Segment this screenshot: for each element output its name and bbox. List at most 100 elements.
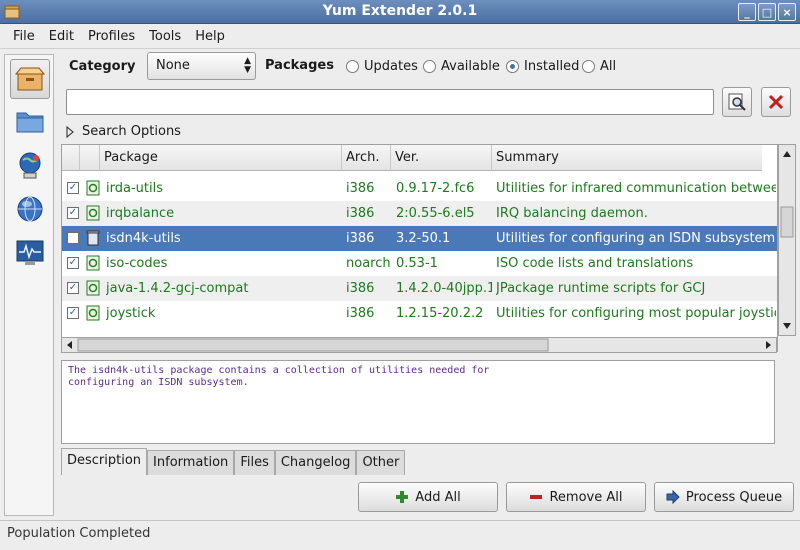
installed-package-icon: [86, 255, 100, 271]
package-arch: i386: [346, 306, 375, 321]
radio-circle: [423, 60, 436, 73]
package-name: joystick: [106, 306, 156, 321]
header-arch[interactable]: Arch.: [342, 145, 391, 171]
package-version: 1.2.15-20.2.2: [396, 306, 484, 321]
tab-information[interactable]: Information: [147, 450, 235, 475]
radio-available[interactable]: Available: [423, 59, 500, 74]
scroll-arrows-icon: [67, 338, 771, 352]
detail-tabs: Description Information Files Changelog …: [61, 448, 406, 475]
table-row[interactable]: ✓ iso-codes noarch 0.53-1 ISO code lists…: [62, 251, 777, 276]
package-summary: IRQ balancing daemon.: [496, 206, 648, 221]
package-version: 2:0.55-6.el5: [396, 206, 475, 221]
search-options-expander[interactable]: Search Options: [66, 124, 181, 139]
category-select[interactable]: None ▲ ▼: [147, 52, 256, 80]
package-name: irda-utils: [106, 181, 163, 196]
package-version: 3.2-50.1: [396, 231, 451, 246]
close-icon: [768, 94, 784, 110]
package-arch: i386: [346, 281, 375, 296]
install-checkbox[interactable]: ✓: [67, 282, 79, 294]
table-header: Package Arch. Ver. Summary: [62, 145, 762, 171]
table-row[interactable]: ✓ irda-utils i386 0.9.17-2.fc6 Utilities…: [62, 176, 777, 201]
package-version: 0.53-1: [396, 256, 438, 271]
install-checkbox[interactable]: ✓: [67, 207, 79, 219]
network-repo-icon[interactable]: [10, 145, 50, 185]
search-input[interactable]: [66, 89, 714, 115]
package-summary: Utilities for configuring most popular j…: [496, 306, 776, 321]
minus-icon: [530, 495, 543, 499]
radio-installed-label: Installed: [524, 59, 580, 74]
menu-edit[interactable]: Edit: [42, 25, 81, 48]
table-row[interactable]: ✓ irqbalance i386 2:0.55-6.el5 IRQ balan…: [62, 201, 777, 226]
package-name: java-1.4.2-gcj-compat: [106, 281, 249, 296]
package-name: iso-codes: [106, 256, 168, 271]
package-arch: noarch: [346, 256, 390, 271]
category-select-value: None: [156, 58, 190, 73]
package-arch: i386: [346, 181, 375, 196]
table-horizontal-scrollbar[interactable]: [61, 337, 777, 353]
radio-all-label: All: [600, 59, 617, 74]
install-checkbox[interactable]: ✓: [67, 257, 79, 269]
tab-files[interactable]: Files: [234, 450, 275, 475]
installed-package-icon: [86, 280, 100, 296]
table-row[interactable]: ✓ java-1.4.2-gcj-compat i386 1.4.2.0-40j…: [62, 276, 777, 301]
arrow-right-icon: [666, 490, 680, 504]
search-button[interactable]: [722, 87, 752, 117]
menu-help[interactable]: Help: [188, 25, 232, 48]
install-checkbox[interactable]: ✓: [67, 182, 79, 194]
scroll-arrows-icon: [780, 151, 794, 329]
updown-arrows-icon: ▲ ▼: [244, 56, 251, 75]
menu-file[interactable]: File: [6, 25, 42, 48]
package-version: 0.9.17-2.fc6: [396, 181, 475, 196]
radio-all[interactable]: All: [582, 59, 616, 74]
globe-icon[interactable]: [10, 189, 50, 229]
folder-icon[interactable]: [10, 101, 50, 141]
chevron-right-icon: [66, 125, 74, 138]
close-window-button[interactable]: ×: [778, 3, 796, 21]
clear-search-button[interactable]: [761, 87, 791, 117]
table-vertical-scrollbar[interactable]: [778, 144, 796, 336]
status-text: Population Completed: [7, 526, 151, 541]
radio-circle-selected: [506, 60, 519, 73]
package-table: Package Arch. Ver. Summary ✓ irda-utils …: [61, 144, 778, 352]
package-box-icon[interactable]: [10, 59, 50, 99]
category-label: Category: [69, 59, 136, 74]
tab-description[interactable]: Description: [61, 448, 148, 475]
minimize-button[interactable]: _: [738, 3, 756, 21]
tab-other[interactable]: Other: [356, 450, 406, 475]
menu-tools[interactable]: Tools: [142, 25, 188, 48]
menu-profiles[interactable]: Profiles: [81, 25, 142, 48]
remove-all-button[interactable]: Remove All: [506, 482, 646, 512]
header-summary[interactable]: Summary: [492, 145, 777, 171]
packages-label: Packages: [265, 58, 334, 73]
package-name: irqbalance: [106, 206, 175, 221]
install-checkbox[interactable]: [67, 232, 79, 244]
header-check-col[interactable]: [62, 145, 80, 171]
radio-updates[interactable]: Updates: [346, 59, 418, 74]
table-row[interactable]: ✓ joystick i386 1.2.15-20.2.2 Utilities …: [62, 301, 777, 326]
header-package[interactable]: Package: [100, 145, 342, 171]
add-all-button[interactable]: Add All: [358, 482, 498, 512]
radio-installed[interactable]: Installed: [506, 59, 579, 74]
monitor-activity-icon[interactable]: [10, 233, 50, 273]
radio-circle: [582, 60, 595, 73]
install-checkbox[interactable]: ✓: [67, 307, 79, 319]
maximize-button[interactable]: □: [758, 3, 776, 21]
search-options-label: Search Options: [82, 124, 181, 139]
header-ver[interactable]: Ver.: [391, 145, 492, 171]
radio-circle: [346, 60, 359, 73]
package-version: 1.4.2.0-40jpp.1:: [396, 281, 492, 296]
tab-changelog[interactable]: Changelog: [274, 450, 357, 475]
process-queue-button[interactable]: Process Queue: [654, 482, 794, 512]
table-row-selected[interactable]: isdn4k-utils i386 3.2-50.1 Utilities for…: [62, 226, 777, 251]
remove-all-label: Remove All: [549, 489, 623, 505]
package-summary: ISO code lists and translations: [496, 256, 694, 271]
status-bar: Population Completed: [0, 520, 800, 550]
plus-icon: [396, 491, 409, 503]
window-title: Yum Extender 2.0.1: [322, 3, 478, 19]
search-icon: [728, 93, 746, 111]
trash-package-icon: [86, 230, 100, 246]
view-sidebar: [4, 54, 54, 516]
radio-available-label: Available: [441, 59, 500, 74]
header-icon-col[interactable]: [80, 145, 100, 171]
process-queue-label: Process Queue: [685, 489, 783, 505]
